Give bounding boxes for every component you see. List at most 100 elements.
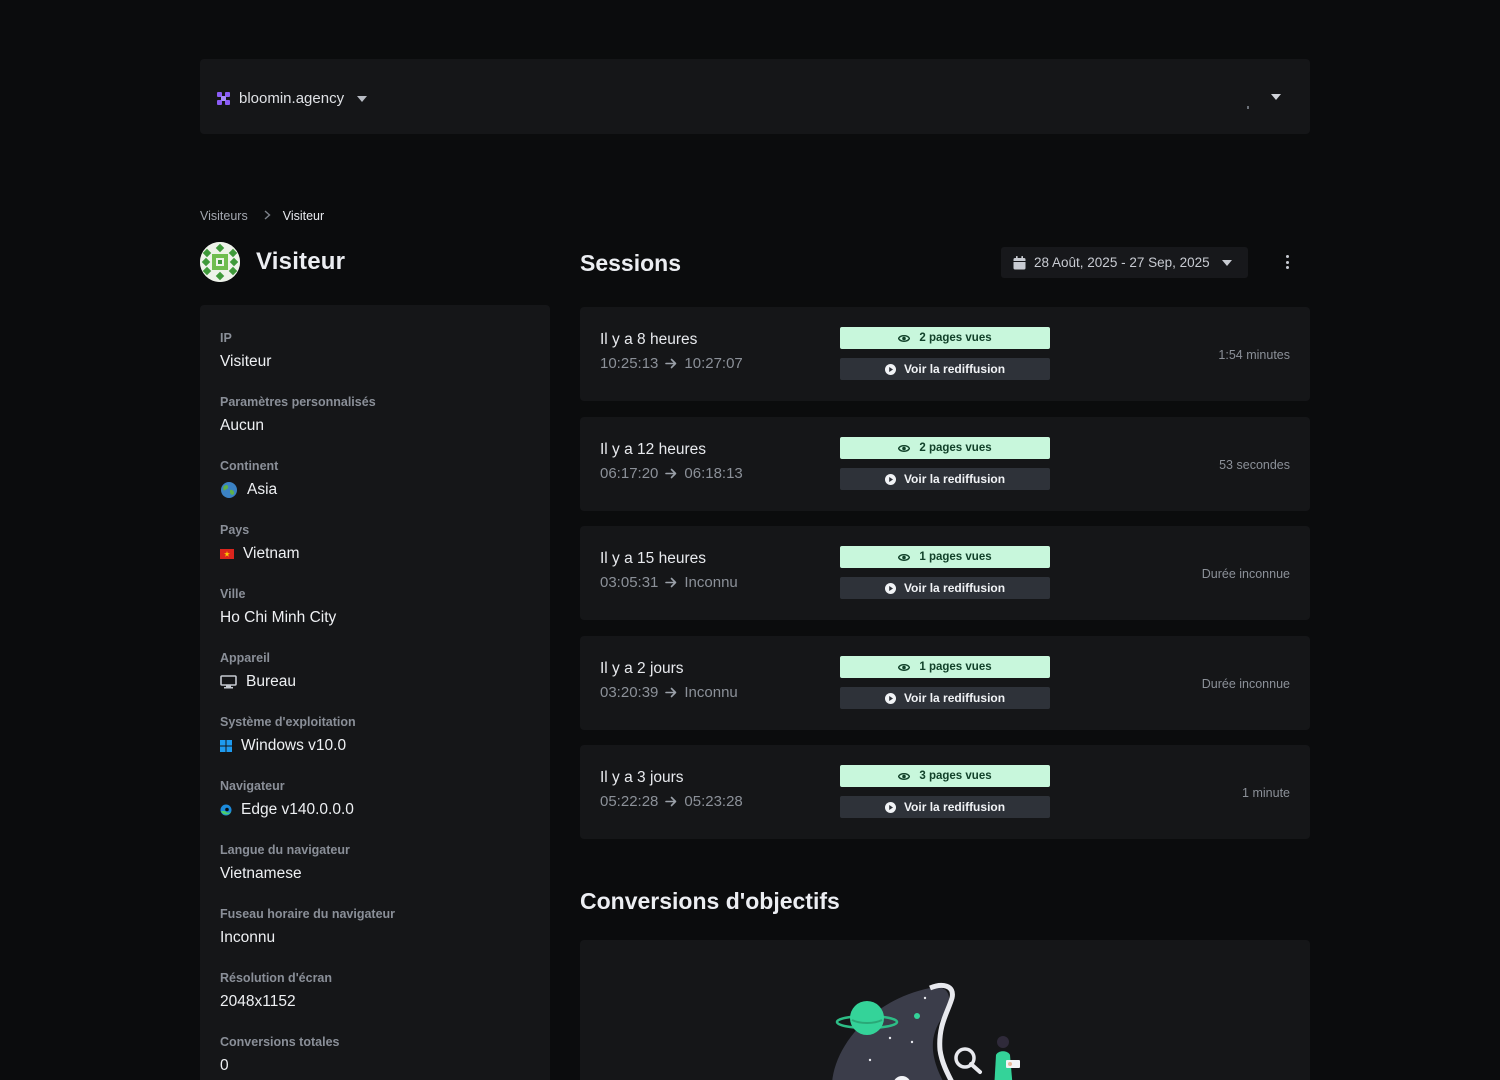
- info-os: Système d'exploitation Windows v10.0: [220, 714, 356, 755]
- date-range-picker[interactable]: 28 Août, 2025 - 27 Sep, 2025: [1001, 247, 1248, 278]
- divider-mark: [1247, 106, 1249, 109]
- play-icon: [884, 801, 896, 813]
- globe-icon: [220, 481, 238, 499]
- info-country: Pays Vietnam: [220, 522, 300, 563]
- info-ip: IP Visiteur: [220, 330, 271, 371]
- info-value: Visiteur: [220, 353, 271, 371]
- session-end-time: Inconnu: [684, 574, 738, 591]
- dot: [1285, 260, 1289, 264]
- session-start-time: 06:17:20: [600, 465, 659, 482]
- arrow-right-icon: [665, 577, 677, 588]
- eye-icon: [898, 772, 911, 781]
- arrow-right-icon: [665, 687, 677, 698]
- play-icon: [884, 692, 896, 704]
- info-label: Navigateur: [220, 779, 285, 793]
- conversions-empty-panel: [580, 940, 1310, 1080]
- info-label: Conversions totales: [220, 1035, 340, 1049]
- view-replay-button[interactable]: Voir la rediffusion: [840, 577, 1050, 599]
- custom-params-value: Aucun: [220, 417, 264, 434]
- windows-icon: [220, 740, 232, 752]
- pageviews-badge: 2 pages vues: [840, 437, 1050, 459]
- pageviews-badge: 3 pages vues: [840, 765, 1050, 787]
- browser-language-value: Vietnamese: [220, 865, 302, 882]
- session-time-range: 03:05:31 Inconnu: [600, 574, 738, 591]
- workspace-name: bloomin.agency: [239, 89, 345, 107]
- arrow-right-icon: [665, 358, 677, 369]
- session-duration: Durée inconnue: [1201, 567, 1290, 581]
- ip-value: Visiteur: [220, 353, 272, 370]
- session-relative-time: Il y a 3 jours: [600, 769, 684, 786]
- info-value: 0: [220, 1057, 339, 1075]
- breadcrumb-current: Visiteur: [282, 209, 325, 223]
- session-relative-time: Il y a 15 heures: [600, 550, 706, 567]
- info-browser-timezone: Fuseau horaire du navigateur Inconnu: [220, 906, 395, 947]
- pageviews-count: 1 pages vues: [919, 551, 992, 563]
- visitor-header: Visiteur: [200, 242, 345, 282]
- info-label: Appareil: [220, 651, 271, 665]
- session-start-time: 10:25:13: [600, 355, 659, 372]
- info-browser: Navigateur Edge v140.0.0.0: [220, 778, 354, 819]
- session-time-range: 05:22:28 05:23:28: [600, 793, 743, 810]
- info-continent: Continent Asia: [220, 458, 278, 499]
- country-value: Vietnam: [243, 545, 300, 562]
- session-card[interactable]: Il y a 12 heures 06:17:20 06:18:13 2 pag…: [580, 417, 1310, 511]
- chevron-down-icon: [1271, 94, 1281, 100]
- empty-state-illustration: [830, 980, 1040, 1080]
- pageviews-badge: 1 pages vues: [840, 546, 1050, 568]
- session-end-time: 10:27:07: [684, 355, 743, 372]
- session-relative-time: Il y a 8 heures: [600, 331, 698, 348]
- session-start-time: 03:20:39: [600, 684, 659, 701]
- info-label: Pays: [220, 523, 250, 537]
- pageviews-count: 3 pages vues: [919, 770, 992, 782]
- info-value: Vietnamese: [220, 865, 350, 883]
- sessions-title: Sessions: [580, 250, 681, 276]
- session-time-range: 10:25:13 10:27:07: [600, 355, 743, 372]
- breadcrumb-visitors-link[interactable]: Visiteurs: [200, 209, 248, 223]
- session-card[interactable]: Il y a 8 heures 10:25:13 10:27:07 2 page…: [580, 307, 1310, 401]
- device-value: Bureau: [246, 673, 296, 690]
- info-label: Paramètres personnalisés: [220, 395, 376, 409]
- page-title: Visiteur: [256, 248, 346, 275]
- user-menu-toggle[interactable]: [1266, 89, 1286, 105]
- view-replay-button[interactable]: Voir la rediffusion: [840, 468, 1050, 490]
- session-card[interactable]: Il y a 15 heures 03:05:31 Inconnu 1 page…: [580, 526, 1310, 620]
- play-icon: [884, 473, 896, 485]
- pageviews-badge: 1 pages vues: [840, 656, 1050, 678]
- info-browser-language: Langue du navigateur Vietnamese: [220, 842, 350, 883]
- info-value: Edge v140.0.0.0: [220, 801, 354, 819]
- session-card[interactable]: Il y a 2 jours 03:20:39 Inconnu 1 pages …: [580, 636, 1310, 730]
- session-card[interactable]: Il y a 3 jours 05:22:28 05:23:28 3 pages…: [580, 745, 1310, 839]
- session-time-range: 06:17:20 06:18:13: [600, 465, 743, 482]
- breadcrumb: Visiteurs Visiteur: [200, 208, 324, 224]
- info-total-conversions: Conversions totales 0: [220, 1034, 339, 1075]
- info-custom-params: Paramètres personnalisés Aucun: [220, 394, 376, 435]
- date-range-text: 28 Août, 2025 - 27 Sep, 2025: [1034, 255, 1210, 270]
- vietnam-flag-icon: [220, 549, 234, 559]
- workspace-selector[interactable]: bloomin.agency: [217, 88, 368, 108]
- identicon-avatar: [200, 242, 240, 282]
- session-relative-time: Il y a 2 jours: [600, 660, 684, 677]
- session-relative-time: Il y a 12 heures: [600, 441, 706, 458]
- screen-resolution-value: 2048x1152: [220, 993, 296, 1010]
- desktop-icon: [220, 675, 237, 689]
- eye-icon: [898, 553, 911, 562]
- session-duration: Durée inconnue: [1201, 677, 1290, 691]
- view-replay-button[interactable]: Voir la rediffusion: [840, 358, 1050, 380]
- more-options-button[interactable]: [1280, 254, 1294, 270]
- browser-value: Edge v140.0.0.0: [241, 801, 354, 818]
- chevron-down-icon: [1221, 259, 1232, 266]
- city-value: Ho Chi Minh City: [220, 609, 337, 626]
- info-value: Asia: [220, 481, 278, 499]
- view-replay-button[interactable]: Voir la rediffusion: [840, 796, 1050, 818]
- chevron-right-icon: [264, 209, 271, 223]
- eye-icon: [898, 663, 911, 672]
- chevron-down-icon: [357, 96, 368, 102]
- info-label: Ville: [220, 587, 246, 601]
- session-end-time: Inconnu: [684, 684, 738, 701]
- view-replay-label: Voir la rediffusion: [903, 472, 1006, 486]
- conversions-title: Conversions d'objectifs: [580, 888, 840, 914]
- view-replay-button[interactable]: Voir la rediffusion: [840, 687, 1050, 709]
- arrow-right-icon: [665, 796, 677, 807]
- info-screen-resolution: Résolution d'écran 2048x1152: [220, 970, 332, 1011]
- info-label: Continent: [220, 459, 279, 473]
